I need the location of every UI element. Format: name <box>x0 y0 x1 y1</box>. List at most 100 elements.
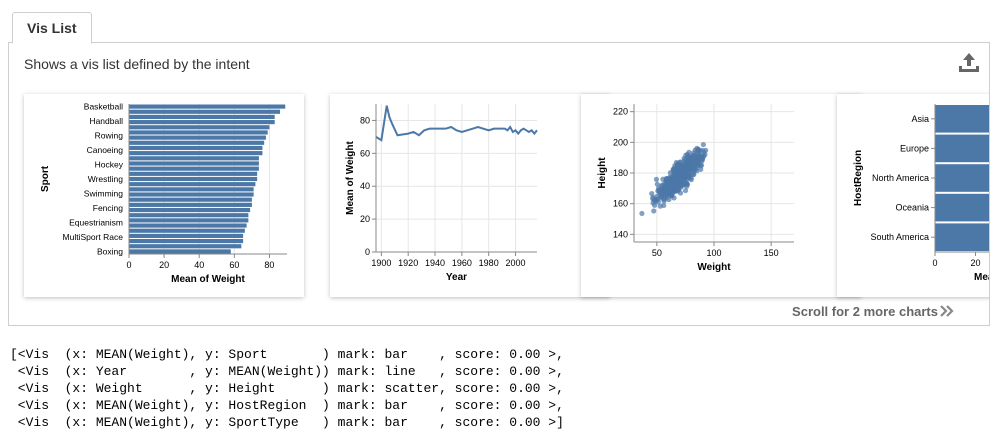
scatter-point <box>652 202 658 208</box>
intent-description: Shows a vis list defined by the intent <box>24 56 250 72</box>
repr-line: <Vis (x: Year , y: MEAN(Weight)) mark: l… <box>10 364 564 379</box>
x-axis-label: Mea <box>974 272 989 283</box>
bar <box>129 104 286 109</box>
scatter-point <box>695 146 701 152</box>
scatter-point <box>690 152 696 159</box>
scatter-point <box>674 181 680 187</box>
bar <box>935 164 989 192</box>
lux-widget: Vis List Shows a vis list defined by the… <box>8 8 990 326</box>
scatter-point <box>664 184 670 190</box>
double-chevron-right-icon <box>940 305 954 317</box>
x-axis-label: Weight <box>697 262 731 273</box>
bar <box>129 238 244 244</box>
y-tick-label: Swimming <box>84 188 123 198</box>
scatter-point <box>653 176 660 182</box>
repr-line: [<Vis (x: MEAN(Weight), y: Sport ) mark:… <box>10 347 564 362</box>
x-axis-label: Year <box>446 272 467 283</box>
repr-line: <Vis (x: MEAN(Weight), y: HostRegion ) m… <box>10 398 564 413</box>
bar <box>129 223 247 228</box>
bar <box>129 161 259 166</box>
scatter-point <box>700 141 706 148</box>
export-upload-icon[interactable] <box>957 52 981 74</box>
vis-list-panel: Shows a vis list defined by the intent B… <box>8 42 990 326</box>
y-tick-label: 20 <box>360 214 370 224</box>
bar <box>935 223 989 251</box>
chart-card-year[interactable]: 0 20 40 60 80 1900 1920 1940 1960 1980 2000 Year Mea… <box>330 94 610 297</box>
bar <box>129 176 258 182</box>
scatter-point <box>653 198 659 204</box>
scatter-point <box>684 162 690 168</box>
x-axis-label: Mean of Weight <box>171 274 245 285</box>
scroll-hint-label: Scroll for 2 more charts <box>792 304 938 319</box>
x-tick-label: 50 <box>652 248 662 258</box>
scatter-point <box>699 158 705 164</box>
y-axis-label: Mean of Weight <box>345 140 356 214</box>
bar <box>129 192 254 197</box>
line-chart-year: 0 20 40 60 80 1900 1920 1940 1960 1980 2000 Year Mea… <box>345 104 538 283</box>
scroll-more-charts[interactable]: Scroll for 2 more charts <box>792 304 955 319</box>
x-tick-label: 0 <box>126 260 131 270</box>
bar <box>129 120 275 125</box>
y-tick-label: South America <box>870 232 929 242</box>
x-tick-label: 150 <box>764 248 779 258</box>
chart-card-weight-height[interactable]: 140 160 180 200 220 50 100 150 Weight Height <box>581 94 861 297</box>
bar <box>129 130 268 135</box>
y-axis-label: Sport <box>40 165 51 192</box>
scatter-point <box>666 196 672 203</box>
scatter-chart-weight-height: 140 160 180 200 220 50 100 150 Weight Height <box>597 104 794 273</box>
y-tick-label: Wrestling <box>88 174 124 184</box>
x-tick-label: 0 <box>932 258 937 268</box>
tab-bar: Vis List <box>8 8 990 44</box>
tab-vis-list[interactable]: Vis List <box>12 12 92 44</box>
x-tick-label: 60 <box>229 260 239 270</box>
y-tick-label: Equestrianism <box>69 217 123 227</box>
scatter-point <box>651 208 657 214</box>
scatter-point <box>657 192 663 199</box>
repr-line: <Vis (x: MEAN(Weight), y: SportType ) ma… <box>10 415 564 430</box>
bar <box>129 187 254 192</box>
y-tick-label: 160 <box>613 199 628 209</box>
bar <box>129 145 263 151</box>
bar <box>129 114 275 120</box>
bar-chart-sport: Basketball Handball Rowing Canoeing Hockey Wr… <box>40 102 287 285</box>
y-tick-label: Oceania <box>895 203 929 213</box>
y-tick-label: Hockey <box>95 160 124 170</box>
y-tick-label: 180 <box>613 168 628 178</box>
bar <box>935 193 989 222</box>
y-tick-label: 220 <box>613 107 628 117</box>
scatter-point <box>691 171 697 178</box>
bar <box>129 228 245 233</box>
y-tick-label: Europe <box>900 143 929 153</box>
bar <box>935 134 989 163</box>
chart-carousel[interactable]: Basketball Handball Rowing Canoeing Hockey Wr… <box>9 86 989 306</box>
chart-card-sport[interactable]: Basketball Handball Rowing Canoeing Hockey Wr… <box>24 94 304 297</box>
x-tick-label: 1960 <box>452 258 472 268</box>
y-tick-label: 0 <box>365 247 370 257</box>
scatter-point <box>683 170 689 177</box>
scatter-point <box>670 168 676 175</box>
y-axis-label: Height <box>597 157 608 189</box>
scatter-point <box>668 188 674 194</box>
y-tick-label: Boxing <box>97 246 123 256</box>
bar <box>129 197 252 202</box>
chart-card-hostregion[interactable]: Asia Europe North America Oceania South Amer… <box>837 94 989 297</box>
x-tick-label: 40 <box>194 260 204 270</box>
y-tick-label: MultiSport Race <box>63 232 124 242</box>
bar <box>129 182 256 187</box>
y-tick-label: 200 <box>613 137 628 147</box>
x-tick-label: 2000 <box>506 258 526 268</box>
scatter-point <box>649 190 655 197</box>
scatter-point <box>639 210 645 217</box>
x-tick-label: 1940 <box>425 258 445 268</box>
scatter-point <box>682 187 689 194</box>
y-axis-label: HostRegion <box>853 150 864 206</box>
bar <box>129 218 249 223</box>
x-tick-label: 1980 <box>479 258 499 268</box>
bar <box>129 213 249 218</box>
series-line <box>375 105 538 142</box>
y-tick-label: Handball <box>89 116 123 126</box>
bar <box>129 109 280 114</box>
x-tick-label: 20 <box>970 258 980 268</box>
x-tick-label: 100 <box>706 248 721 258</box>
bar <box>129 171 258 176</box>
